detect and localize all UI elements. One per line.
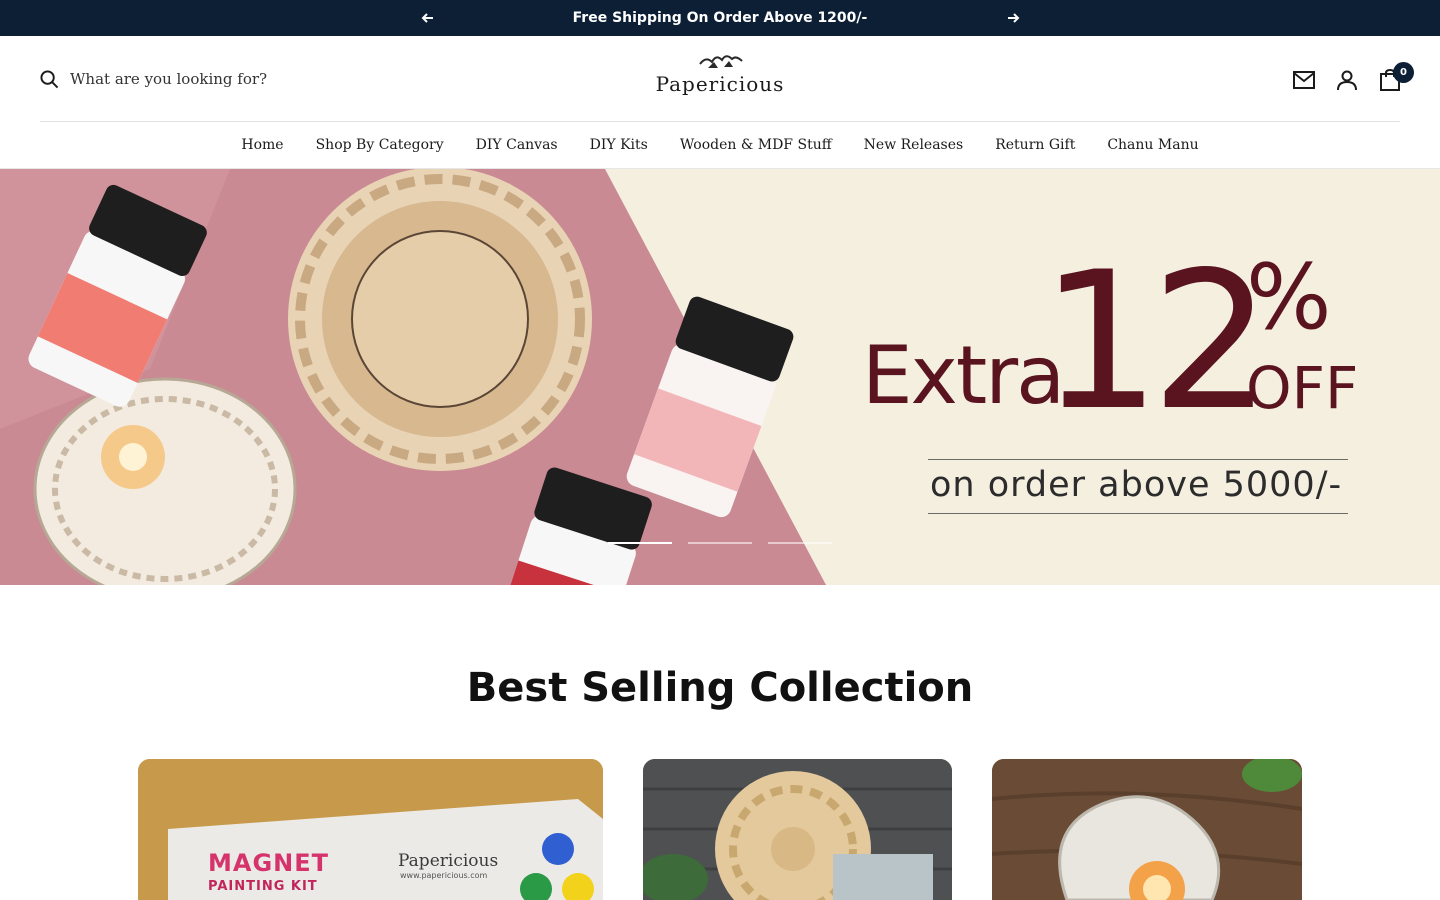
nav-item-diy-kits[interactable]: DIY Kits: [590, 137, 648, 153]
nav-item-wooden-mdf[interactable]: Wooden & MDF Stuff: [680, 137, 832, 153]
search-input[interactable]: [70, 70, 330, 88]
account-icon: [1337, 70, 1357, 91]
kit-brand: Papericious: [398, 851, 499, 871]
site-logo[interactable]: Papericious: [640, 50, 800, 100]
slide-dot-2[interactable]: [688, 542, 752, 544]
nav-item-chanu-manu[interactable]: Chanu Manu: [1107, 137, 1198, 153]
mail-icon: [1293, 71, 1315, 89]
offer-rule-bottom: [928, 513, 1348, 514]
birds-logo-icon: [699, 55, 743, 68]
product-image: [643, 759, 952, 900]
arrow-right-icon: [1008, 13, 1020, 23]
product-card[interactable]: [643, 759, 952, 900]
search-bar[interactable]: [40, 68, 330, 90]
product-image: [992, 759, 1302, 900]
nav-item-return-gift[interactable]: Return Gift: [995, 137, 1075, 153]
product-card[interactable]: [992, 759, 1302, 900]
nav-item-new-releases[interactable]: New Releases: [864, 137, 964, 153]
offer-percentage-number: 12: [1040, 231, 1272, 452]
nav-item-diy-canvas[interactable]: DIY Canvas: [476, 137, 558, 153]
offer-subtext: on order above 5000/-: [930, 465, 1343, 505]
cart-count-badge: 0: [1393, 62, 1414, 83]
announcement-next-button[interactable]: [1004, 9, 1022, 27]
section-title: Best Selling Collection: [466, 665, 974, 711]
hero-offer-text: Extra 12 % OFF on order above 5000/-: [0, 169, 1440, 585]
account-button[interactable]: [1335, 68, 1359, 92]
search-icon: [40, 69, 59, 88]
kit-url: www.papericious.com: [400, 871, 488, 880]
newsletter-button[interactable]: [1292, 68, 1316, 92]
offer-off-label: OFF: [1246, 354, 1359, 422]
announcement-bar: Free Shipping On Order Above 1200/-: [0, 0, 1440, 36]
hero-slideshow[interactable]: Extra 12 % OFF on order above 5000/-: [0, 169, 1440, 585]
kit-title: MAGNET: [208, 849, 330, 877]
nav-item-home[interactable]: Home: [241, 137, 283, 153]
offer-rule-top: [928, 459, 1348, 460]
slide-dot-1[interactable]: [608, 542, 672, 544]
logo-wordmark: Papericious: [655, 72, 785, 96]
kit-subtitle: PAINTING KIT: [208, 879, 318, 894]
slideshow-dots: [608, 542, 832, 544]
announcement-text: Free Shipping On Order Above 1200/-: [572, 10, 868, 26]
slide-dot-3[interactable]: [768, 542, 832, 544]
offer-extra-label: Extra: [862, 329, 1065, 422]
nav-item-shop-by-category[interactable]: Shop By Category: [316, 137, 444, 153]
offer-percent-sign: %: [1246, 245, 1332, 350]
product-card[interactable]: MAGNET PAINTING KIT Papericious www.pape…: [138, 759, 603, 900]
site-header: Papericious 0: [0, 36, 1440, 122]
main-nav: Home Shop By Category DIY Canvas DIY Kit…: [0, 122, 1440, 168]
